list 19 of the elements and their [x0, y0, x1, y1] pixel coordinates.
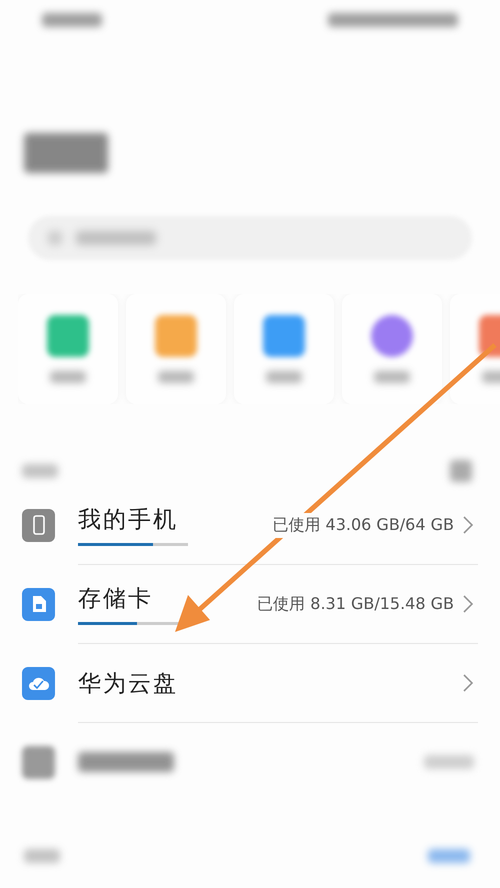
blurred-icon: [450, 460, 472, 482]
chevron-icon: [462, 515, 474, 535]
blurred-label: [374, 371, 410, 383]
phone-icon: [32, 515, 44, 535]
blurred-heading: [22, 464, 58, 478]
storage-name[interactable]: 华为云盘: [78, 668, 462, 698]
blurred-icon: [22, 746, 55, 778]
cloud-icon: [28, 675, 50, 691]
storage-name[interactable]: 我的手机: [78, 504, 270, 535]
blurred-label: [50, 371, 86, 383]
blurred-status-text: [42, 13, 102, 27]
sd-card-icon: [30, 595, 46, 613]
chevron-icon: [462, 673, 474, 693]
chevron-icon: [462, 594, 474, 614]
storage-name[interactable]: 存储卡: [78, 583, 256, 614]
blurred-label: [266, 371, 302, 383]
blurred-label: [424, 755, 474, 769]
blurred-heading: [24, 849, 60, 863]
blurred-label: [158, 371, 194, 383]
